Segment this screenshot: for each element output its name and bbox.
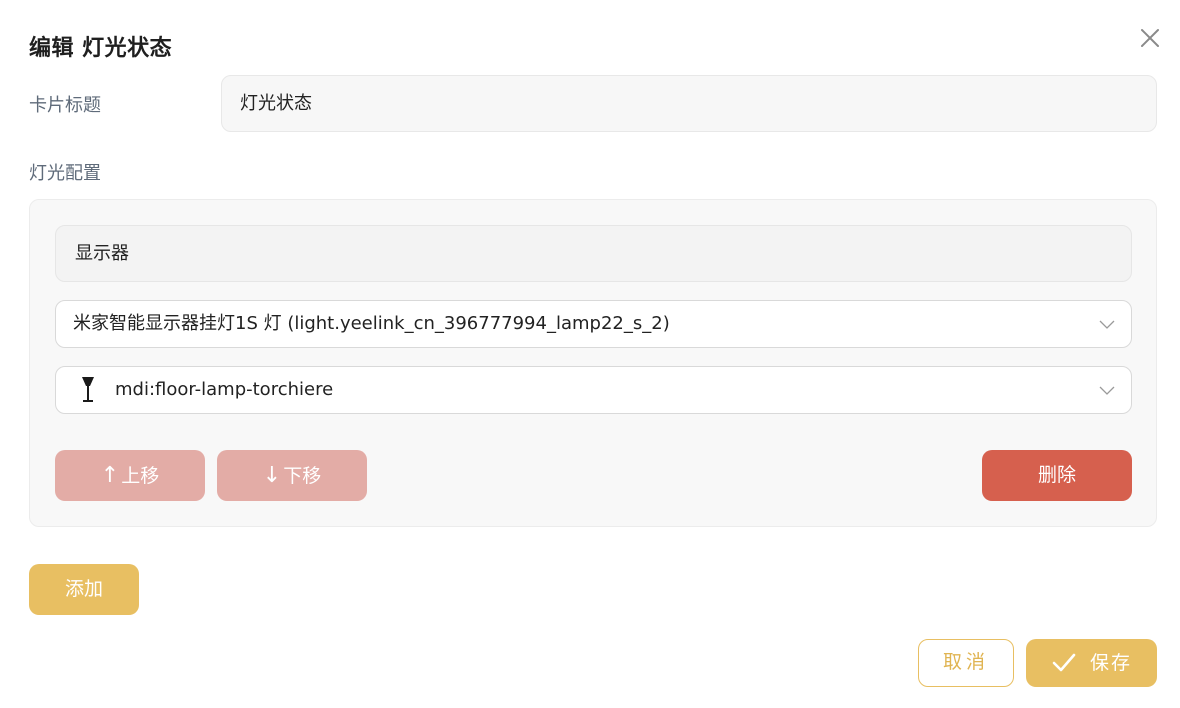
move-up-label: 上移 bbox=[121, 465, 160, 487]
move-up-button[interactable]: ↑ 上移 bbox=[55, 450, 205, 501]
icon-select-value: mdi:floor-lamp-torchiere bbox=[115, 379, 334, 400]
card-title-input[interactable]: 灯光状态 bbox=[221, 75, 1157, 132]
move-down-label: 下移 bbox=[283, 465, 322, 487]
chevron-down-icon bbox=[1099, 316, 1115, 332]
close-button[interactable] bbox=[1138, 26, 1162, 50]
chevron-down-icon bbox=[1099, 382, 1115, 398]
card-title-label: 卡片标题 bbox=[29, 95, 101, 116]
entity-select[interactable]: 米家智能显示器挂灯1S 灯 (light.yeelink_cn_39677799… bbox=[55, 300, 1132, 348]
delete-label: 删除 bbox=[1037, 464, 1076, 486]
move-down-button[interactable]: ↓ 下移 bbox=[217, 450, 367, 501]
arrow-up-icon: ↑ bbox=[100, 463, 120, 488]
delete-button[interactable]: 删除 bbox=[982, 450, 1132, 501]
light-name-input[interactable]: 显示器 bbox=[55, 225, 1132, 282]
cancel-label: 取消 bbox=[942, 651, 989, 673]
light-config-label: 灯光配置 bbox=[29, 163, 101, 184]
close-icon bbox=[1138, 26, 1162, 50]
dialog-title: 编辑 灯光状态 bbox=[29, 36, 173, 61]
light-config-item: 显示器 米家智能显示器挂灯1S 灯 (light.yeelink_cn_3967… bbox=[29, 199, 1157, 527]
check-icon bbox=[1052, 652, 1076, 674]
save-button[interactable]: 保存 bbox=[1026, 639, 1157, 687]
edit-dialog: 编辑 灯光状态 卡片标题 灯光状态 灯光配置 显示器 米家智能显示器挂灯1S 灯… bbox=[0, 0, 1180, 708]
save-label: 保存 bbox=[1090, 652, 1133, 674]
cancel-button[interactable]: 取消 bbox=[918, 639, 1014, 687]
entity-select-value: 米家智能显示器挂灯1S 灯 (light.yeelink_cn_39677799… bbox=[73, 313, 670, 334]
icon-select[interactable]: mdi:floor-lamp-torchiere bbox=[55, 366, 1132, 414]
add-button[interactable]: 添加 bbox=[29, 564, 139, 615]
floor-lamp-torchiere-icon bbox=[79, 376, 97, 404]
arrow-down-icon: ↓ bbox=[262, 463, 282, 488]
add-label: 添加 bbox=[64, 578, 103, 600]
